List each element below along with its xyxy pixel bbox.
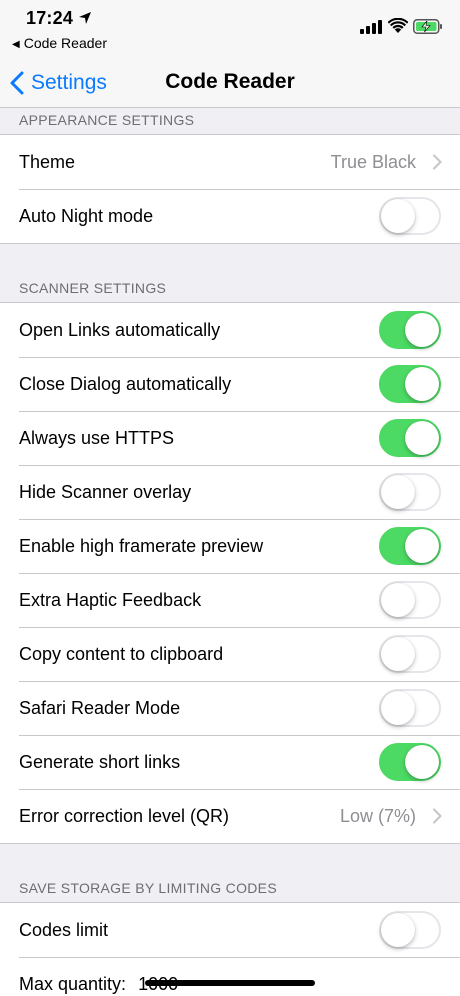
https-label: Always use HTTPS bbox=[19, 427, 175, 448]
codes-limit-label: Codes limit bbox=[19, 919, 109, 940]
close-dialog-label: Close Dialog automatically bbox=[19, 373, 232, 394]
scanner-row-1: Close Dialog automatically bbox=[0, 357, 460, 411]
close-dialog-toggle[interactable] bbox=[379, 365, 441, 403]
toggle-knob bbox=[381, 475, 415, 509]
reader-mode-label: Safari Reader Mode bbox=[19, 697, 181, 718]
haptic-toggle[interactable] bbox=[379, 581, 441, 619]
scanner-row-3: Hide Scanner overlay bbox=[0, 465, 460, 519]
appearance-section-header: APPEARANCE SETTINGS bbox=[19, 112, 195, 128]
status-bar: 17:24 ◀ Code Reader bbox=[0, 0, 460, 60]
scanner-group: Open Links automatically Close Dialog au… bbox=[0, 302, 460, 844]
open-links-label: Open Links automatically bbox=[19, 319, 221, 340]
navigation-bar: Settings Code Reader bbox=[0, 60, 460, 108]
appearance-group: Theme True Black Auto Night mode bbox=[0, 134, 460, 244]
toggle-knob bbox=[381, 691, 415, 725]
open-links-toggle[interactable] bbox=[379, 311, 441, 349]
error-correction-label: Error correction level (QR) bbox=[19, 805, 230, 826]
chevron-right-icon bbox=[432, 808, 442, 824]
error-correction-row[interactable]: Error correction level (QR) Low (7%) bbox=[0, 789, 460, 843]
scanner-row-7: Safari Reader Mode bbox=[0, 681, 460, 735]
toggle-knob bbox=[405, 367, 439, 401]
scanner-row-4: Enable high framerate preview bbox=[0, 519, 460, 573]
clipboard-label: Copy content to clipboard bbox=[19, 643, 224, 664]
high-framerate-label: Enable high framerate preview bbox=[19, 535, 264, 556]
auto-night-row: Auto Night mode bbox=[0, 189, 460, 243]
toggle-knob bbox=[381, 913, 415, 947]
wifi-icon bbox=[388, 18, 408, 33]
reader-mode-toggle[interactable] bbox=[379, 689, 441, 727]
toggle-knob bbox=[381, 583, 415, 617]
https-toggle[interactable] bbox=[379, 419, 441, 457]
toggle-knob bbox=[405, 529, 439, 563]
theme-label: Theme bbox=[19, 151, 76, 172]
back-triangle-icon: ◀ bbox=[12, 39, 20, 50]
haptic-label: Extra Haptic Feedback bbox=[19, 589, 202, 610]
back-app-label: Code Reader bbox=[23, 35, 107, 51]
high-framerate-toggle[interactable] bbox=[379, 527, 441, 565]
codes-limit-toggle[interactable] bbox=[379, 911, 441, 949]
page-title: Code Reader bbox=[165, 70, 295, 93]
home-indicator[interactable] bbox=[145, 980, 315, 986]
status-time: 17:24 bbox=[26, 8, 74, 28]
location-arrow-icon bbox=[79, 12, 91, 24]
auto-night-label: Auto Night mode bbox=[19, 205, 154, 226]
theme-row[interactable]: Theme True Black bbox=[0, 135, 460, 189]
toggle-knob bbox=[405, 745, 439, 779]
chevron-right-icon bbox=[432, 154, 442, 170]
clipboard-toggle[interactable] bbox=[379, 635, 441, 673]
hide-overlay-toggle[interactable] bbox=[379, 473, 441, 511]
toggle-knob bbox=[381, 199, 415, 233]
cellular-signal-icon bbox=[360, 20, 382, 34]
hide-overlay-label: Hide Scanner overlay bbox=[19, 481, 192, 502]
toggle-knob bbox=[405, 421, 439, 455]
scanner-row-5: Extra Haptic Feedback bbox=[0, 573, 460, 627]
max-quantity-label: Max quantity: bbox=[19, 973, 127, 994]
storage-section-header: SAVE STORAGE BY LIMITING CODES bbox=[19, 880, 277, 896]
short-links-label: Generate short links bbox=[19, 751, 181, 772]
error-correction-value: Low (7%) bbox=[339, 805, 416, 826]
max-quantity-row: Max quantity: 1000 bbox=[0, 957, 460, 996]
theme-value: True Black bbox=[330, 151, 416, 172]
auto-night-toggle[interactable] bbox=[379, 197, 441, 235]
scanner-row-2: Always use HTTPS bbox=[0, 411, 460, 465]
short-links-toggle[interactable] bbox=[379, 743, 441, 781]
scanner-row-0: Open Links automatically bbox=[0, 303, 460, 357]
back-to-app-link[interactable]: ◀ Code Reader bbox=[12, 35, 107, 51]
toggle-knob bbox=[405, 313, 439, 347]
scanner-row-8: Generate short links bbox=[0, 735, 460, 789]
codes-limit-row: Codes limit bbox=[0, 903, 460, 957]
scanner-row-6: Copy content to clipboard bbox=[0, 627, 460, 681]
scanner-section-header: SCANNER SETTINGS bbox=[19, 280, 167, 296]
toggle-knob bbox=[381, 637, 415, 671]
battery-charging-icon bbox=[413, 19, 442, 34]
